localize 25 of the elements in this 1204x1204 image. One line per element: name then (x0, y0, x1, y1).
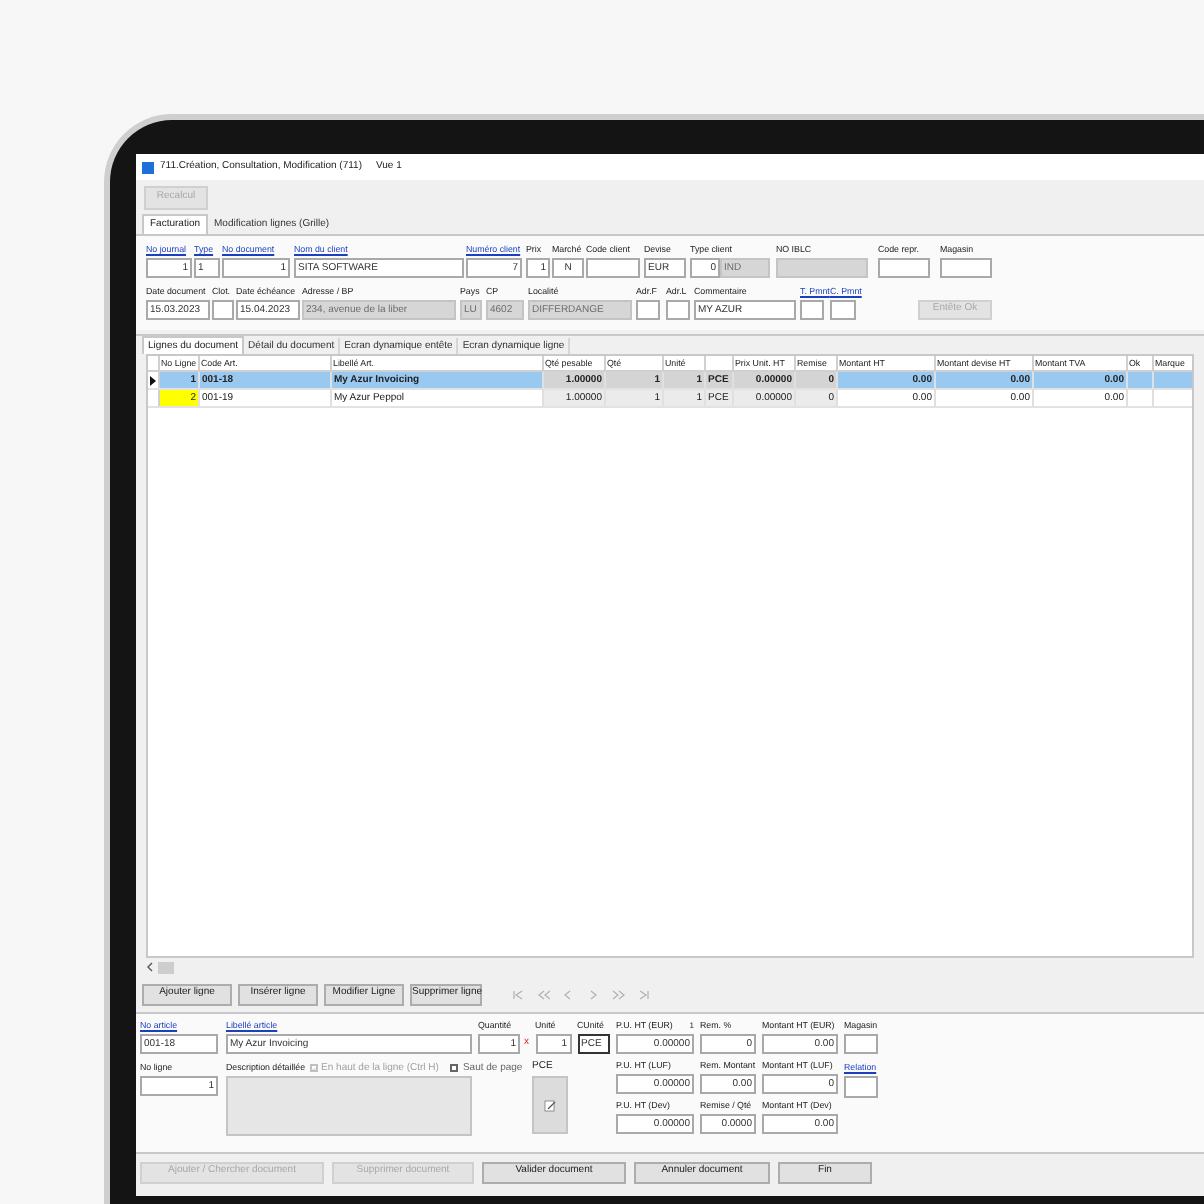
input-field[interactable] (830, 300, 856, 320)
input-field[interactable] (878, 258, 930, 278)
fast-forward-icon (612, 989, 625, 999)
first-record-icon (512, 989, 525, 999)
previous-icon (562, 989, 575, 999)
checkbox[interactable] (450, 1064, 459, 1072)
input-field[interactable] (940, 258, 992, 278)
rewind-icon (537, 989, 550, 999)
input-field[interactable] (844, 1076, 878, 1098)
input-field[interactable] (586, 258, 640, 278)
input-field[interactable] (636, 300, 660, 320)
input-field[interactable] (776, 258, 868, 278)
next-icon (587, 989, 600, 999)
edit-button[interactable] (532, 1076, 568, 1134)
row-pointer-icon (150, 375, 156, 385)
last-record-icon (637, 989, 650, 999)
input-field[interactable] (844, 1034, 878, 1054)
input-field[interactable] (666, 300, 690, 320)
input-field[interactable] (212, 300, 234, 320)
description-field[interactable] (226, 1076, 472, 1136)
input-field[interactable] (800, 300, 824, 320)
scrollbar-thumb[interactable] (158, 961, 174, 973)
scroll-left-icon (146, 962, 154, 972)
pencil-icon (544, 1099, 556, 1111)
app-icon (142, 161, 154, 173)
